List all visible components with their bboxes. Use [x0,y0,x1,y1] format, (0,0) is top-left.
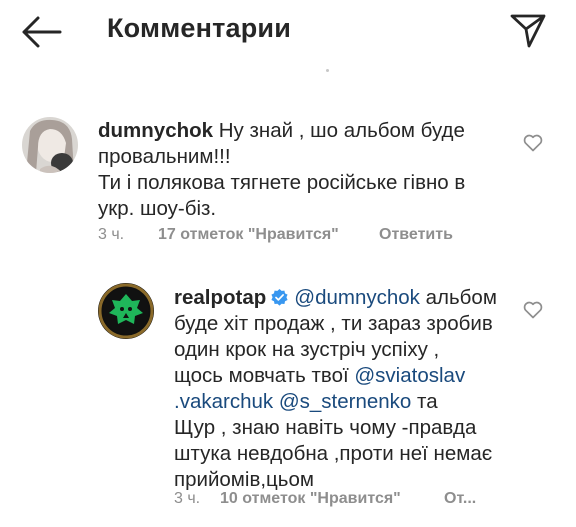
comment-text: штука невдобна ,проти неї немає [174,442,493,465]
comment-text: альбом [419,286,497,309]
header-bar: Комментарии [0,0,576,64]
page-title: Комментарии [107,13,292,43]
heart-icon[interactable] [523,134,543,152]
heart-icon[interactable] [523,301,543,319]
comment-text: провальним!!! [98,145,231,168]
avatar[interactable] [98,283,154,339]
comment-text: щось мовчать твої [174,364,355,387]
comment-username[interactable]: realpotap [174,286,266,309]
comment-body: dumnychok Ну знай , шо альбом буде прова… [98,118,518,222]
reply-button[interactable]: Ответить [379,226,453,244]
comment-likes[interactable]: 17 отметок "Нравится" [158,226,339,244]
scroll-indicator [326,69,329,72]
comment-text: буде хіт продаж , ти зараз зробив [174,312,493,335]
mention-link[interactable]: .vakarchuk [174,390,273,413]
comment-text: Ти і полякова тягнете російське гівно в [98,171,466,194]
mention-link[interactable]: @dumnychok [294,286,420,309]
reply-body: realpotap @dumnychok альбом буде хіт прод… [174,285,524,493]
mention-link[interactable]: @s_sternenko [279,390,412,413]
comment-text: Щур , знаю навіть чому -правда [174,416,477,439]
comment-text: Ну знай , шо альбом буде [218,119,465,142]
comment-time: 3 ч. [174,490,201,507]
paper-plane-icon[interactable] [508,12,548,50]
arrow-left-icon[interactable] [20,14,64,50]
mention-link[interactable]: @sviatoslav [354,364,465,387]
comment-text: укр. шоу-біз. [98,197,217,220]
reply-button[interactable]: От... [444,490,476,508]
comment-text: один крок на зустріч успіху , [174,338,440,361]
comment-username[interactable]: dumnychok [98,119,213,142]
comment-time: 3 ч. [98,226,125,243]
comment-text: та [411,390,438,413]
comment-likes[interactable]: 10 отметок "Нравится" [220,490,401,508]
avatar[interactable] [22,117,78,173]
verified-badge-icon [271,288,288,306]
